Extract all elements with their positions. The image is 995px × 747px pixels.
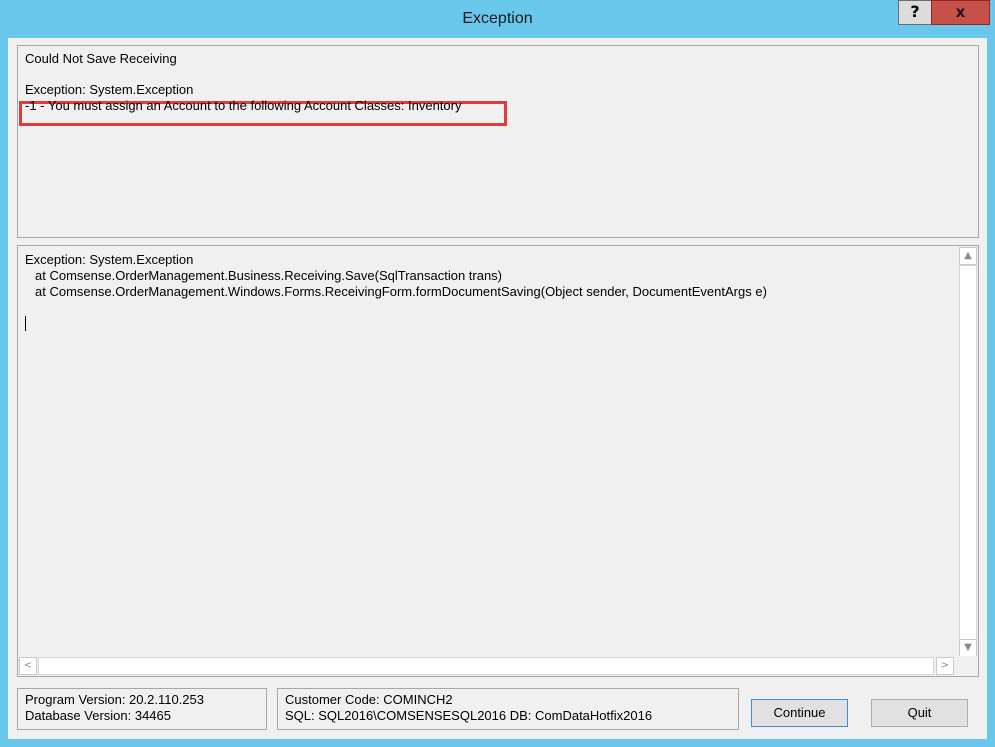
scroll-left-icon[interactable]: < bbox=[19, 657, 37, 675]
trace-line-1: Exception: System.Exception bbox=[25, 252, 194, 267]
continue-button[interactable]: Continue bbox=[751, 699, 848, 727]
error-message: -1 - You must assign an Account to the f… bbox=[25, 98, 462, 113]
scrollbar-corner bbox=[958, 656, 978, 676]
sql-connection: SQL: SQL2016\COMSENSESQL2016 DB: ComData… bbox=[285, 708, 653, 723]
quit-button[interactable]: Quit bbox=[871, 699, 968, 727]
close-button[interactable]: x bbox=[931, 0, 990, 25]
title-bar[interactable]: Exception ? x bbox=[0, 0, 995, 38]
program-version: Program Version: 20.2.110.253 bbox=[25, 692, 204, 707]
scroll-up-icon[interactable]: ▲ bbox=[959, 247, 977, 265]
customer-info-panel: Customer Code: COMINCH2 SQL: SQL2016\COM… bbox=[277, 688, 739, 730]
dialog-body: Could Not Save Receiving Exception: Syst… bbox=[8, 38, 987, 739]
horizontal-scroll-track[interactable] bbox=[38, 657, 934, 675]
trace-line-3: at Comsense.OrderManagement.Windows.Form… bbox=[35, 284, 767, 299]
version-info-panel: Program Version: 20.2.110.253 Database V… bbox=[17, 688, 267, 730]
window-title: Exception bbox=[462, 10, 533, 27]
help-button[interactable]: ? bbox=[898, 0, 932, 25]
stack-trace-textbox[interactable]: Exception: System.Exception at Comsense.… bbox=[17, 245, 979, 677]
scroll-right-icon[interactable]: > bbox=[936, 657, 954, 675]
scroll-down-icon[interactable]: ▼ bbox=[959, 639, 977, 657]
text-caret bbox=[25, 316, 26, 331]
customer-code: Customer Code: COMINCH2 bbox=[285, 692, 453, 707]
message-panel: Could Not Save Receiving Exception: Syst… bbox=[17, 45, 979, 238]
horizontal-scrollbar[interactable]: < > bbox=[18, 656, 959, 676]
message-title: Could Not Save Receiving bbox=[25, 51, 177, 66]
database-version: Database Version: 34465 bbox=[25, 708, 171, 723]
exception-type: Exception: System.Exception bbox=[25, 82, 194, 97]
trace-line-2: at Comsense.OrderManagement.Business.Rec… bbox=[35, 268, 503, 283]
vertical-scroll-track[interactable] bbox=[959, 265, 977, 641]
vertical-scrollbar[interactable]: ▲ ▼ bbox=[958, 246, 978, 658]
